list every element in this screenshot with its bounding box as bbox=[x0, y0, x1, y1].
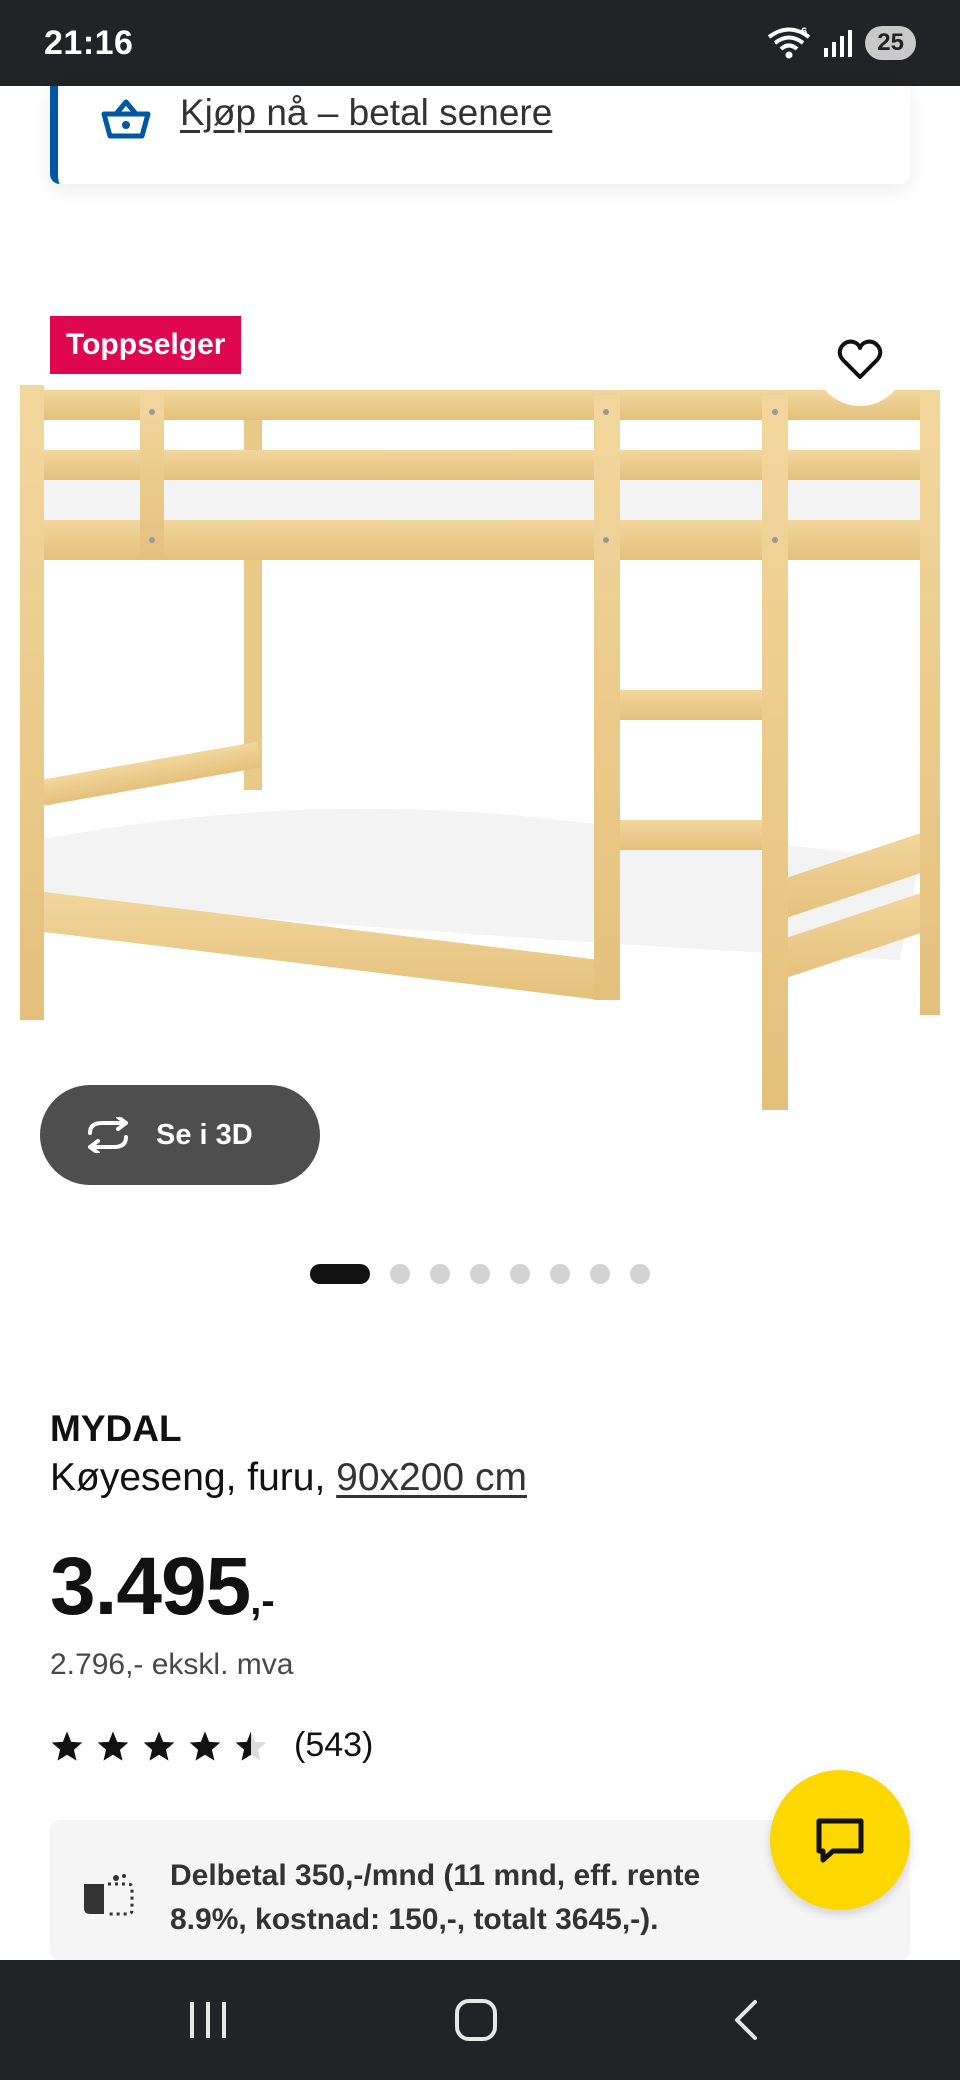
rating-count[interactable]: (543) bbox=[294, 1726, 373, 1765]
carousel-dot[interactable] bbox=[390, 1264, 410, 1284]
product-name: MYDAL bbox=[50, 1408, 182, 1449]
product-price: 3.495,- bbox=[50, 1540, 275, 1634]
shopping-basket-icon bbox=[101, 99, 151, 139]
star-icon bbox=[189, 1730, 221, 1761]
recent-apps-icon bbox=[190, 2002, 226, 2038]
carousel-dot[interactable] bbox=[430, 1264, 450, 1284]
price-suffix: ,- bbox=[250, 1579, 275, 1623]
signal-icon bbox=[824, 30, 853, 57]
screen: 21:16 6 25 Kjøp nå – betal senere Toppse… bbox=[0, 0, 960, 2080]
product-size-link[interactable]: 90x200 cm bbox=[336, 1456, 527, 1499]
financing-text: Delbetal 350,-/mnd (11 mnd, eff. rente 8… bbox=[170, 1859, 701, 1936]
carousel-dot[interactable] bbox=[590, 1264, 610, 1284]
view-3d-button[interactable]: Se i 3D bbox=[40, 1085, 320, 1185]
home-button[interactable] bbox=[446, 1990, 506, 2050]
home-icon bbox=[455, 1999, 497, 2041]
rotate-3d-icon bbox=[88, 1117, 128, 1153]
buy-now-pay-later-card[interactable]: Kjøp nå – betal senere bbox=[50, 86, 910, 184]
back-button[interactable] bbox=[716, 1990, 776, 2050]
chat-icon bbox=[816, 1818, 864, 1863]
status-bar: 21:16 6 25 bbox=[0, 0, 960, 86]
installment-payment-icon bbox=[84, 1874, 134, 1916]
wifi-icon: 6 bbox=[768, 26, 811, 59]
view-3d-label: Se i 3D bbox=[156, 1118, 253, 1151]
system-navigation-bar bbox=[0, 1960, 960, 2080]
carousel-dot[interactable] bbox=[630, 1264, 650, 1284]
product-rating[interactable]: (543) bbox=[50, 1726, 373, 1765]
product-description: Køyeseng, furu, 90x200 cm bbox=[50, 1456, 527, 1500]
price-amount: 3.495 bbox=[50, 1541, 251, 1632]
favorite-button[interactable] bbox=[814, 314, 906, 406]
star-icon bbox=[143, 1730, 175, 1761]
carousel-dot[interactable] bbox=[510, 1264, 530, 1284]
product-type: Køyeseng, furu, bbox=[50, 1456, 326, 1499]
status-time: 21:16 bbox=[44, 24, 134, 62]
wifi-badge: 6 bbox=[801, 26, 807, 38]
heart-icon bbox=[837, 339, 883, 379]
star-icon bbox=[97, 1730, 129, 1761]
carousel-dot[interactable] bbox=[310, 1264, 370, 1284]
chat-button[interactable] bbox=[770, 1770, 910, 1910]
recent-apps-button[interactable] bbox=[178, 1990, 238, 2050]
carousel-dot[interactable] bbox=[550, 1264, 570, 1284]
half-star-icon bbox=[235, 1730, 267, 1761]
price-excluding-vat: 2.796,- ekskl. mva bbox=[50, 1648, 294, 1681]
image-carousel-indicator[interactable] bbox=[310, 1264, 670, 1284]
product-image[interactable] bbox=[0, 300, 960, 1200]
carousel-dot[interactable] bbox=[470, 1264, 490, 1284]
buy-now-pay-later-link[interactable]: Kjøp nå – betal senere bbox=[180, 92, 552, 134]
back-icon bbox=[735, 2000, 757, 2040]
top-seller-badge: Toppselger bbox=[50, 316, 242, 374]
status-icons: 6 25 bbox=[767, 26, 916, 60]
battery-indicator: 25 bbox=[865, 26, 916, 60]
star-icon bbox=[51, 1730, 83, 1761]
